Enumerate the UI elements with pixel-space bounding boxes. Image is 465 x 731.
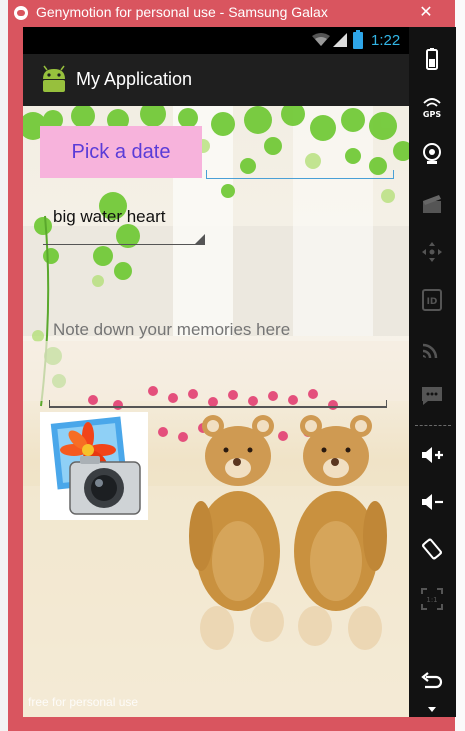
desktop-backdrop-right: [455, 0, 465, 731]
cast-icon[interactable]: [420, 337, 444, 361]
genymotion-icon: [14, 6, 28, 20]
back-icon[interactable]: [420, 669, 444, 693]
spinner-arrow-icon: [195, 234, 205, 244]
volume-up-icon[interactable]: [420, 443, 444, 467]
webcam-icon[interactable]: [420, 142, 444, 166]
status-bar: 1:22: [23, 27, 409, 54]
menu-icon[interactable]: [420, 697, 444, 721]
id-label: ID: [427, 297, 438, 307]
pick-date-button[interactable]: Pick a date: [40, 126, 202, 178]
camera-photo-icon: [50, 416, 141, 515]
signal-icon: [333, 33, 347, 47]
scale-label: 1:1: [426, 596, 437, 604]
wifi-icon: [312, 33, 330, 46]
window-titlebar[interactable]: Genymotion for personal use - Samsung Ga…: [8, 0, 455, 26]
gps-icon[interactable]: GPS: [420, 95, 444, 119]
dpad-icon[interactable]: [420, 240, 444, 264]
app-title: My Application: [76, 69, 193, 89]
memories-input[interactable]: [49, 311, 405, 349]
genymotion-watermark: free for personal use: [28, 695, 139, 709]
window-title: Genymotion for personal use - Samsung Ga…: [36, 4, 328, 20]
date-field[interactable]: [206, 142, 394, 179]
genymotion-window: Genymotion for personal use - Samsung Ga…: [8, 0, 456, 731]
spinner-selected-value: big water heart: [53, 207, 166, 226]
battery-status-icon: [353, 30, 363, 49]
id-icon[interactable]: ID: [420, 288, 444, 312]
volume-down-icon[interactable]: [420, 490, 444, 514]
desktop-backdrop-left: [0, 0, 8, 731]
device-screen: 1:22 My Application Pick a date big wate…: [23, 27, 409, 717]
spinner-dropdown[interactable]: big water heart: [43, 196, 205, 245]
main-content: Pick a date big water heart Note down yo…: [23, 106, 409, 717]
photo-image-button[interactable]: [40, 412, 148, 520]
sms-icon[interactable]: [420, 384, 444, 408]
action-bar: My Application: [23, 54, 409, 106]
gps-label: GPS: [423, 110, 441, 119]
battery-icon[interactable]: [420, 47, 444, 71]
status-time: 1:22: [371, 32, 401, 49]
genymotion-sidebar: GPS ID 1:1: [409, 27, 456, 717]
sidebar-divider: [415, 425, 451, 426]
memories-underline: [49, 400, 387, 408]
close-icon[interactable]: ✕: [411, 2, 441, 22]
rotate-icon[interactable]: [420, 537, 444, 561]
android-icon: [43, 65, 65, 92]
scale-icon[interactable]: 1:1: [420, 587, 444, 611]
clapper-icon[interactable]: [420, 192, 444, 216]
